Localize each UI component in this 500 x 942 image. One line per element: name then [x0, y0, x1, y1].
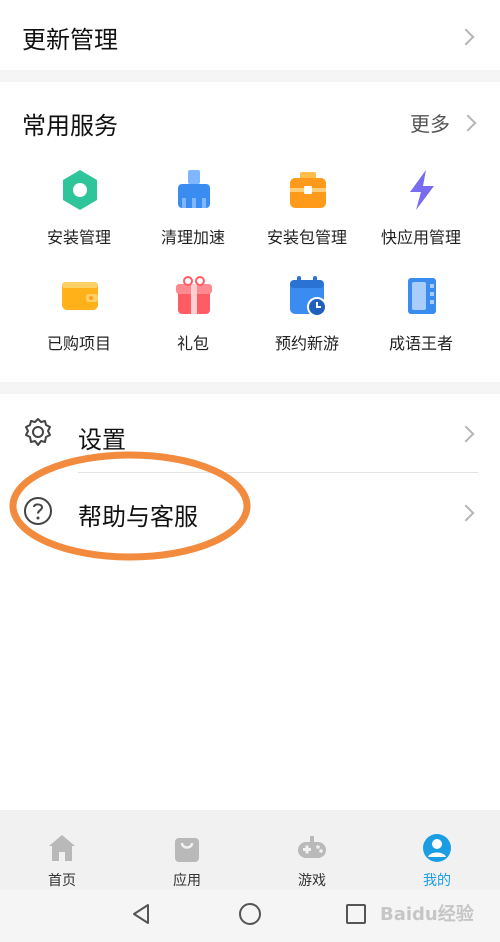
chevron-right-icon: [459, 114, 477, 132]
service-install-manage[interactable]: 安装管理: [22, 168, 136, 268]
chevron-right-icon: [457, 504, 475, 522]
service-package-manage[interactable]: 安装包管理: [250, 168, 364, 268]
service-label: 成语王者: [388, 334, 453, 353]
tab-label: 应用: [173, 873, 201, 889]
book-icon: [408, 278, 436, 314]
update-management-label: 更新管理: [22, 26, 118, 54]
bottom-tab-bar: 首页 应用 游戏 我的: [0, 810, 500, 890]
more-link[interactable]: 更多: [410, 108, 480, 138]
broom-icon: [178, 170, 210, 208]
watermark: Baidu经验: [380, 904, 474, 925]
annotation-ellipse: [9, 451, 251, 561]
gear-icon: [25, 418, 51, 446]
chevron-right-icon: [457, 28, 475, 46]
calendar-icon: [290, 276, 327, 317]
bag-icon: [175, 838, 199, 862]
more-label: 更多: [410, 112, 450, 136]
service-quick-app-manage[interactable]: 快应用管理: [364, 168, 478, 268]
tab-home[interactable]: 首页: [12, 818, 112, 889]
service-idiom-king[interactable]: 成语王者: [364, 274, 478, 374]
profile-icon: [423, 834, 451, 862]
gamepad-icon: [298, 836, 326, 858]
lightning-icon: [410, 170, 434, 210]
tab-label: 我的: [423, 873, 451, 889]
service-label: 预约新游: [274, 334, 339, 353]
service-gift[interactable]: 礼包: [136, 274, 250, 374]
service-label: 安装管理: [46, 228, 111, 247]
tab-mine[interactable]: 我的: [387, 818, 487, 889]
service-clean-speedup[interactable]: 清理加速: [136, 168, 250, 268]
tab-label: 首页: [48, 873, 76, 889]
recents-icon[interactable]: [344, 902, 368, 926]
update-management-row[interactable]: 更新管理: [0, 0, 500, 70]
service-label: 礼包: [176, 334, 209, 353]
chevron-right-icon: [457, 425, 475, 443]
common-services-card: 常用服务 更多 安装管理 清理加速 安装包管理 快应用管理 已购项目 礼包 预约…: [0, 82, 500, 382]
home-icon: [49, 835, 75, 861]
service-label: 快应用管理: [380, 228, 461, 247]
tab-label: 游戏: [298, 873, 326, 889]
back-icon[interactable]: [130, 902, 154, 926]
service-label: 安装包管理: [266, 228, 347, 247]
home-circle-icon[interactable]: [238, 902, 262, 926]
gift-icon: [176, 276, 212, 314]
services-title: 常用服务: [22, 112, 118, 140]
settings-card: 设置 帮助与客服: [0, 394, 500, 810]
tab-games[interactable]: 游戏: [262, 818, 362, 889]
service-reserve-new-games[interactable]: 预约新游: [250, 274, 364, 374]
system-nav-bar: Baidu经验: [0, 890, 500, 942]
package-icon: [290, 172, 326, 208]
service-label: 清理加速: [160, 228, 225, 247]
service-purchased-items[interactable]: 已购项目: [22, 274, 136, 374]
service-label: 已购项目: [46, 334, 111, 353]
install-manage-icon: [63, 170, 97, 210]
wallet-icon: [62, 282, 98, 310]
tab-apps[interactable]: 应用: [137, 818, 237, 889]
